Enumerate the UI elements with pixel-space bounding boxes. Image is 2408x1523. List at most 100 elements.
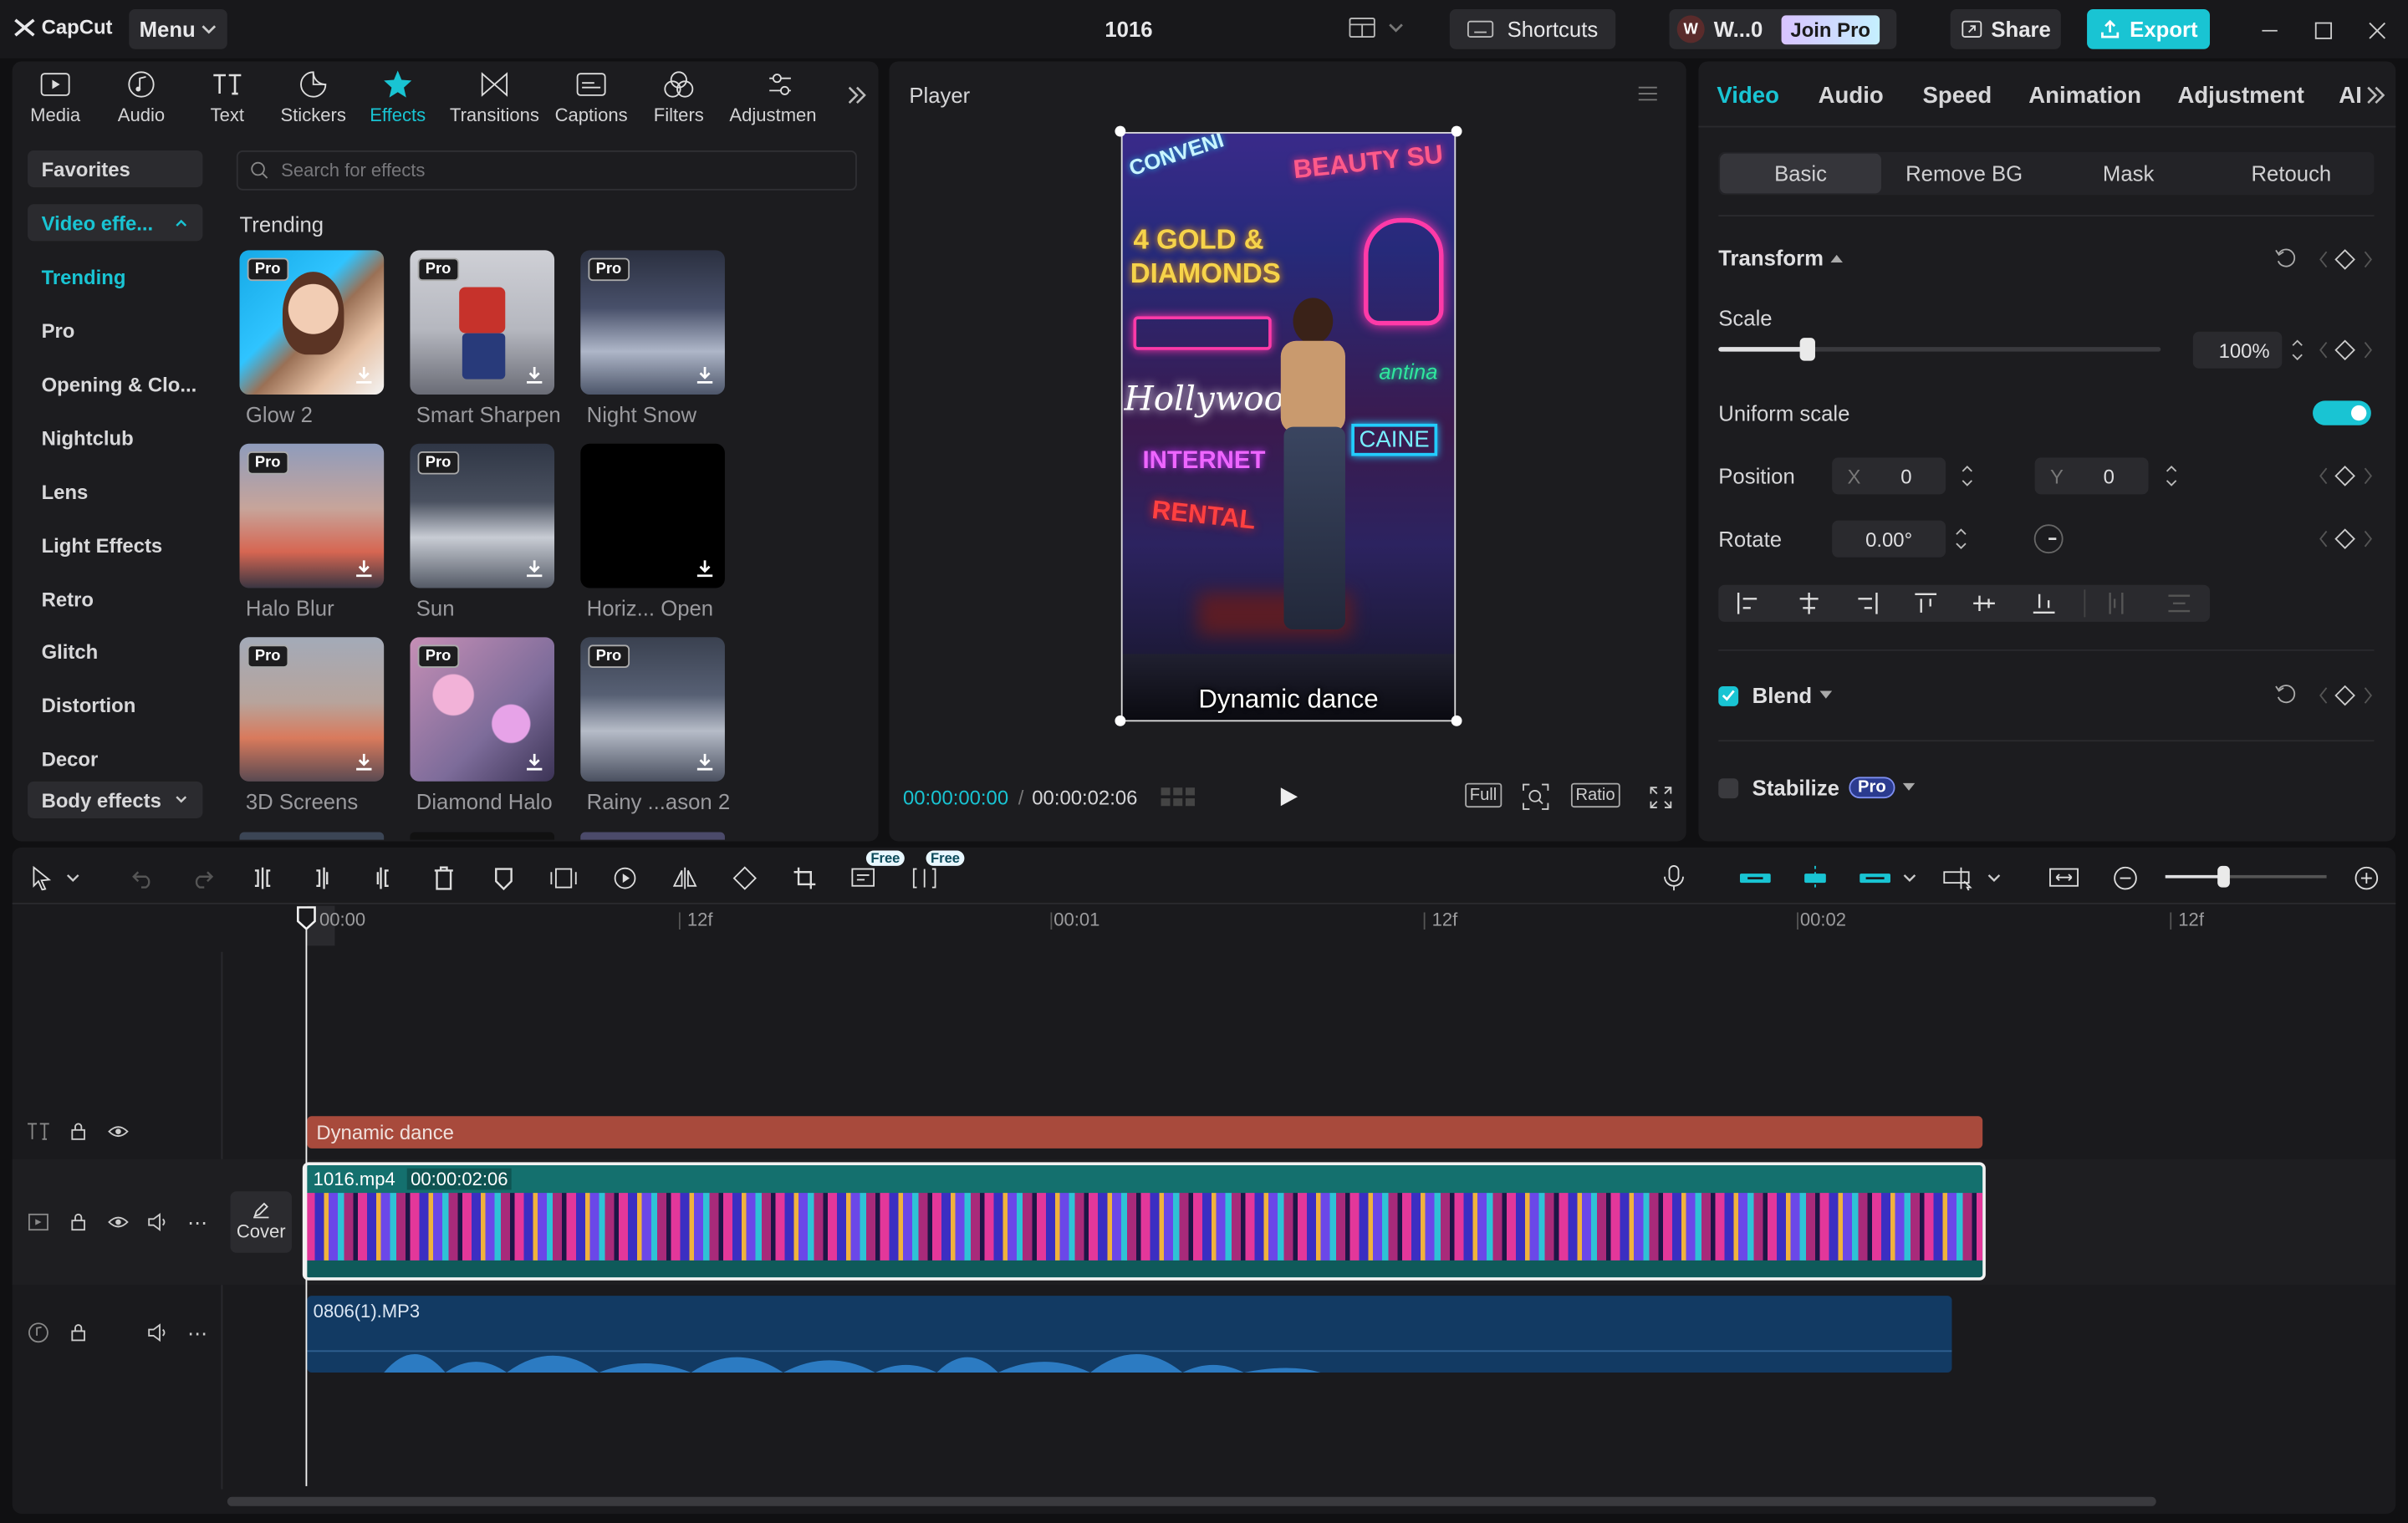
download-icon[interactable] (694, 751, 716, 772)
split-left-button[interactable] (306, 863, 339, 894)
select-tool[interactable] (24, 863, 58, 894)
hamburger-icon[interactable] (1637, 84, 1659, 103)
download-icon[interactable] (523, 558, 545, 579)
chevron-double-right-icon[interactable] (2366, 86, 2385, 104)
tab-video[interactable]: Video (1717, 83, 1779, 109)
sidebar-item-lens[interactable]: Lens (28, 473, 202, 510)
full-button[interactable]: Full (1465, 782, 1502, 808)
zoom-in-button[interactable] (2349, 863, 2383, 894)
playhead-handle-icon[interactable] (296, 906, 316, 930)
position-y-field[interactable]: Y 0 (2034, 457, 2149, 495)
download-icon[interactable] (353, 751, 375, 772)
rotate-button[interactable] (728, 863, 762, 894)
split-button[interactable] (246, 863, 279, 894)
sidebar-item-distortion[interactable]: Distortion (28, 686, 202, 723)
join-pro-button[interactable]: Join Pro (1781, 14, 1880, 44)
keyframe-icon[interactable] (2316, 527, 2377, 551)
stabilize-checkbox[interactable] (1718, 777, 1739, 798)
effect-thumb-glow-2[interactable]: Pro (239, 250, 385, 395)
sidebar-item-glitch[interactable]: Glitch (28, 633, 202, 670)
resize-handle[interactable] (1115, 715, 1126, 726)
playhead[interactable] (305, 914, 308, 1486)
lock-icon[interactable] (68, 1121, 89, 1143)
uniform-scale-toggle[interactable] (2313, 400, 2371, 425)
layout-button[interactable] (1349, 17, 1404, 38)
close-icon[interactable] (2368, 22, 2386, 40)
effect-thumb-rainy-season-2[interactable]: Pro (580, 637, 725, 782)
blend-header[interactable]: Blend (1718, 683, 1832, 708)
audio-clip[interactable]: 0806(1).MP3 (307, 1296, 1952, 1373)
effect-thumb-smart-sharpen[interactable]: Pro (410, 250, 555, 395)
position-x-field[interactable]: X 0 (1832, 457, 1946, 495)
fullscreen-icon[interactable] (1650, 786, 1673, 809)
sidebar-video-effects[interactable]: Video effe... (28, 204, 203, 242)
timeline-scrollbar[interactable] (227, 1496, 2156, 1506)
more-icon[interactable]: ⋯ (187, 1322, 207, 1346)
blend-checkbox[interactable] (1718, 685, 1739, 705)
preview-axis-dropdown[interactable] (1982, 863, 2004, 894)
linkage-button[interactable] (1858, 863, 1891, 894)
rotate-field[interactable]: 0.00° (1832, 520, 1946, 558)
download-icon[interactable] (523, 751, 545, 772)
stepper-icon[interactable] (2288, 334, 2307, 365)
toolbar-stickers[interactable]: Stickers (270, 68, 356, 126)
zoom-out-button[interactable] (2109, 863, 2142, 894)
mirror-button[interactable] (668, 863, 701, 894)
volume-icon[interactable] (147, 1322, 169, 1343)
toolbar-effects[interactable]: Effects (355, 68, 441, 126)
more-icon[interactable]: ⋯ (187, 1211, 207, 1235)
record-voice-button[interactable] (1657, 863, 1691, 894)
lock-icon[interactable] (68, 1322, 89, 1343)
stepper-icon[interactable] (1958, 461, 1977, 492)
subtab-retouch[interactable]: Retouch (2210, 154, 2373, 194)
select-tool-dropdown[interactable] (61, 863, 83, 894)
main-track-magnet[interactable] (1738, 863, 1772, 894)
reverse-button[interactable] (608, 863, 641, 894)
play-icon[interactable] (1278, 786, 1299, 807)
mark-button[interactable] (487, 863, 520, 894)
subtab-mask[interactable]: Mask (2047, 154, 2210, 194)
preview-axis-button[interactable] (1942, 863, 1976, 894)
sidebar-favorites[interactable]: Favorites (28, 150, 203, 188)
chevron-double-right-icon[interactable] (848, 86, 866, 104)
effect-thumb-diamond-halo[interactable]: Pro (410, 637, 555, 782)
fit-timeline-button[interactable] (2047, 863, 2080, 894)
snap-button[interactable] (1798, 863, 1832, 894)
volume-icon[interactable] (147, 1211, 169, 1233)
ratio-button[interactable]: Ratio (1570, 782, 1620, 808)
scale-slider[interactable] (1718, 338, 2161, 361)
resize-handle[interactable] (1115, 125, 1126, 137)
download-icon[interactable] (523, 364, 545, 385)
shortcuts-button[interactable]: Shortcuts (1449, 9, 1616, 49)
toolbar-captions[interactable]: Captions (548, 68, 635, 126)
zoom-slider-thumb[interactable] (2217, 865, 2230, 888)
transform-header[interactable]: Transform (1718, 246, 1844, 270)
keyframe-icon[interactable] (2316, 464, 2377, 488)
tab-speed[interactable]: Speed (1923, 83, 1992, 109)
frames-icon[interactable] (1160, 785, 1196, 809)
reset-icon[interactable] (2274, 247, 2298, 271)
menu-button[interactable]: Menu (129, 9, 227, 49)
auto-reframe-button[interactable] (848, 863, 881, 894)
sidebar-item-opening[interactable]: Opening & Clo... (28, 365, 202, 402)
freeze-button[interactable] (547, 863, 580, 894)
resize-handle[interactable] (1451, 125, 1462, 137)
video-clip[interactable]: 1016.mp4 00:00:02:06 (302, 1162, 1986, 1281)
resize-handle[interactable] (1451, 715, 1462, 726)
download-icon[interactable] (694, 558, 716, 579)
search-input[interactable]: Search for effects (236, 150, 857, 191)
redo-button[interactable] (186, 863, 219, 894)
minimize-icon[interactable] (2261, 22, 2279, 40)
share-button[interactable]: Share (1950, 9, 2061, 49)
sidebar-item-nightclub[interactable]: Nightclub (28, 419, 202, 456)
export-button[interactable]: Export (2087, 9, 2211, 49)
effect-thumb-halo-blur[interactable]: Pro (239, 443, 385, 588)
subtab-remove-bg[interactable]: Remove BG (1883, 154, 2046, 194)
keyframe-icon[interactable] (2316, 247, 2377, 272)
tab-audio[interactable]: Audio (1819, 83, 1884, 109)
sidebar-item-decor[interactable]: Decor (28, 740, 202, 777)
effect-thumb-sun[interactable]: Pro (410, 443, 555, 588)
scale-slider-thumb[interactable] (1798, 338, 1815, 361)
effect-thumb-night-snow[interactable]: Pro (580, 250, 725, 395)
scale-value-field[interactable]: 100% (2192, 331, 2283, 369)
